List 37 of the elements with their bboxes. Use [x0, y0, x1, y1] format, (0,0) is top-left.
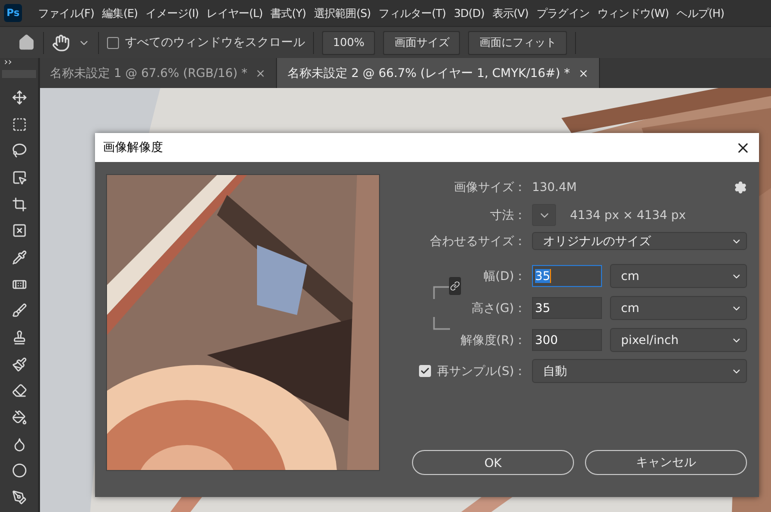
home-icon[interactable]	[18, 34, 35, 51]
menu-item[interactable]: フィルター(T)	[374, 6, 450, 20]
menu-item[interactable]: ウィンドウ(W)	[593, 6, 673, 20]
brush-icon[interactable]	[12, 303, 26, 318]
droplet-icon[interactable]	[12, 436, 26, 452]
panel-toggle[interactable]: ››	[0, 58, 12, 70]
app-logo[interactable]: Ps	[4, 4, 22, 22]
close-icon[interactable]	[578, 68, 589, 78]
zoom-button[interactable]: 画面サイズ	[383, 30, 460, 54]
eraser-icon[interactable]	[12, 383, 26, 398]
document-tab[interactable]: 名称未設定 2 @ 66.7% (レイヤー 1, CMYK/16#) *	[277, 58, 600, 88]
menu-item[interactable]: 3D(D)	[450, 6, 488, 20]
frame-icon[interactable]	[12, 223, 26, 238]
lasso-icon[interactable]	[12, 143, 26, 158]
object-select-icon[interactable]	[12, 170, 26, 185]
menu-item[interactable]: 書式(Y)	[266, 6, 310, 20]
rectangle-select-icon[interactable]	[12, 116, 26, 132]
menu-item[interactable]: プラグイン	[532, 6, 594, 20]
stamp-icon[interactable]	[12, 330, 26, 346]
menu-item[interactable]: ファイル(F)	[34, 6, 98, 20]
menu-item[interactable]: レイヤー(L)	[202, 6, 267, 20]
move-icon[interactable]	[12, 90, 26, 105]
hand-icon[interactable]	[52, 34, 70, 52]
menu-item[interactable]: 選択範囲(S)	[310, 6, 375, 20]
menu-item[interactable]: 表示(V)	[488, 6, 532, 20]
menu-item[interactable]: 編集(E)	[98, 6, 142, 20]
pen-icon[interactable]	[12, 490, 26, 506]
checkbox[interactable]	[107, 36, 119, 48]
zoom-button[interactable]: 100%	[322, 30, 376, 54]
paint-bucket-icon[interactable]	[12, 410, 26, 426]
zoom-button[interactable]: 画面にフィット	[468, 30, 568, 54]
menu-item[interactable]: イメージ(I)	[142, 6, 203, 20]
document-tab[interactable]: 名称未設定 1 @ 67.6% (RGB/16) *	[40, 58, 278, 88]
checkbox-label: すべてのウィンドウをスクロール	[125, 34, 305, 51]
eyedropper-icon[interactable]	[12, 250, 26, 265]
crop-icon[interactable]	[12, 196, 26, 212]
menu-item[interactable]: ヘルプ(H)	[672, 6, 728, 20]
